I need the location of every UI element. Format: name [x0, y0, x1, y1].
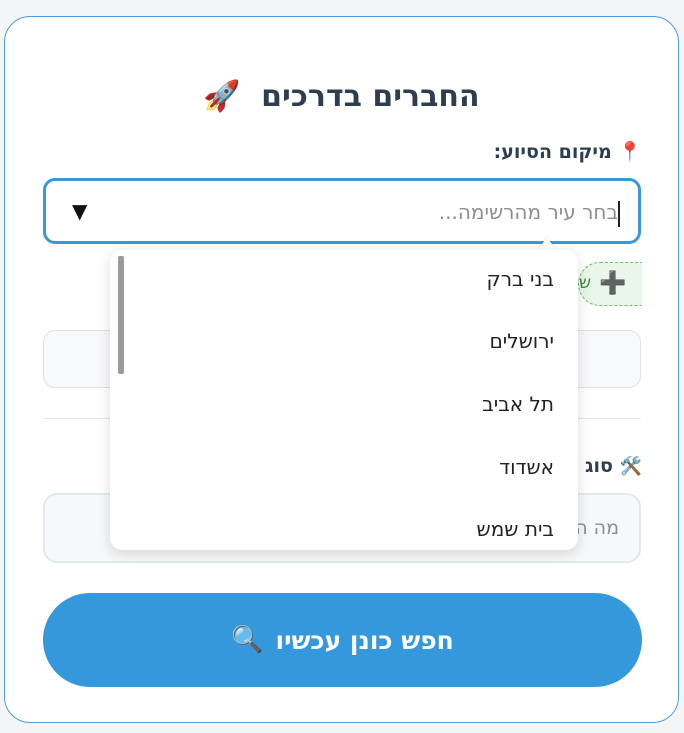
dropdown-option[interactable]: תל אביב: [482, 392, 554, 416]
city-placeholder: בחר עיר מהרשימה...: [438, 200, 618, 224]
add-location-button[interactable]: ש ➕: [578, 262, 642, 306]
search-icon: 🔍: [231, 625, 264, 655]
text-caret: [618, 201, 620, 227]
rocket-icon: 🚀: [203, 79, 241, 114]
city-select-input[interactable]: בחר עיר מהרשימה... ▼: [43, 178, 641, 244]
service-label-text: סוג: [585, 455, 613, 477]
location-label: 📍 מיקום הסיוע:: [494, 140, 642, 163]
tools-icon: 🛠️: [619, 456, 642, 477]
dropdown-scrollbar[interactable]: [118, 256, 124, 374]
dropdown-option[interactable]: בית שמש: [477, 517, 554, 541]
location-label-text: מיקום הסיוע:: [493, 141, 612, 163]
search-button-label: חפש כונן עכשיו: [275, 625, 454, 655]
service-label: 🛠️ סוג: [585, 455, 642, 477]
dropdown-option[interactable]: אשדוד: [499, 455, 554, 479]
city-dropdown-list[interactable]: בני ברק ירושלים תל אביב אשדוד בית שמש: [110, 250, 578, 550]
pin-icon: 📍: [618, 141, 642, 163]
chevron-down-icon[interactable]: ▼: [72, 199, 87, 223]
plus-icon: ➕: [599, 271, 627, 296]
dropdown-option[interactable]: בני ברק: [487, 267, 554, 291]
add-location-label: ש: [579, 273, 592, 293]
service-placeholder: מה ה: [575, 517, 619, 539]
search-technician-button[interactable]: חפש כונן עכשיו 🔍: [43, 593, 642, 687]
dropdown-option[interactable]: ירושלים: [490, 329, 555, 353]
dropdown-pointer: [538, 237, 556, 250]
page-title: החברים בדרכים 🚀: [5, 79, 678, 114]
page-title-text: החברים בדרכים: [261, 79, 480, 114]
